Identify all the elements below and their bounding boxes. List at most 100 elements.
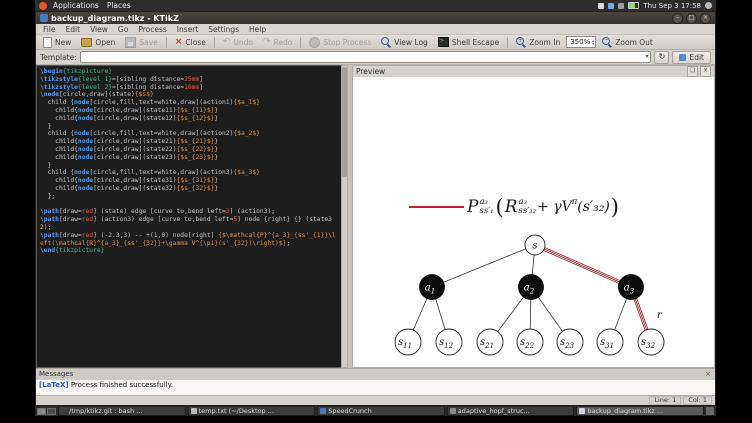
code-editor[interactable]: \begin{tikzpicture} \tikzstyle{level 1}=[… [36, 65, 341, 368]
save-button[interactable]: Save [121, 36, 161, 49]
workspace-1[interactable] [37, 407, 46, 415]
menu-settings[interactable]: Settings [203, 25, 244, 34]
magnifier-icon [381, 37, 390, 45]
zoom-level-spinbox[interactable]: 350% ▴ ▾ [566, 36, 597, 48]
applications-menu[interactable]: Applications [51, 1, 101, 10]
leaf-node-s23: s23 [556, 328, 584, 356]
battery-icon[interactable] [628, 2, 640, 9]
document-icon [449, 408, 456, 414]
formula-rparen: ) [610, 195, 619, 219]
code-line: child {node[circle,fill,text=white,draw]… [40, 169, 260, 177]
stop-process-button[interactable]: Stop Process [305, 36, 375, 49]
top-panel: Applications Places Thu Sep 3 17:58 [35, 0, 716, 11]
notification-icon[interactable] [598, 2, 605, 9]
calculator-icon [320, 408, 327, 414]
zoom-out-button[interactable]: Zoom Out [598, 36, 657, 48]
new-file-icon [43, 36, 52, 48]
screenshot-root: Applications Places Thu Sep 3 17:58 back… [0, 0, 752, 423]
workspace-switcher[interactable] [37, 407, 56, 415]
task-buttons: /tmp/ktikz.git : bash ... temp.txt (~/Des… [58, 406, 704, 416]
edit-template-button[interactable]: Edit [672, 50, 711, 64]
close-x-icon: × [174, 36, 183, 47]
toolbar-separator [213, 36, 215, 48]
ktikz-window: backup_diagram.tikz - KTikZ – □ × File Ed… [35, 11, 716, 406]
zoom-out-icon [602, 37, 611, 45]
scrollbar-thumb[interactable] [342, 67, 347, 177]
action-node-a2: a2 [518, 274, 544, 300]
messages-header: Messages × [36, 368, 715, 379]
close-file-button[interactable]: × Close [171, 37, 210, 48]
close-panel-icon[interactable]: × [700, 66, 711, 77]
svg-text:s: s [532, 241, 537, 252]
shell-escape-button[interactable]: Shell Escape [434, 36, 503, 48]
code-line: \path[draw=red] (action3) edge [curve to… [40, 216, 332, 231]
minimize-button[interactable]: – [672, 12, 683, 24]
preview-pane: Preview ❏ × s a1 a2 a3 s11 s12 s21 s22 s… [352, 65, 715, 368]
zoom-in-button[interactable]: Zoom In [512, 36, 564, 48]
reload-template-button[interactable]: ↻ [654, 50, 670, 64]
maximize-button[interactable]: □ [686, 12, 697, 24]
titlebar[interactable]: backup_diagram.tikz - KTikZ – □ × [36, 12, 715, 24]
menu-insert[interactable]: Insert [172, 25, 204, 34]
toolbar-separator [165, 36, 167, 48]
menu-help[interactable]: Help [244, 25, 271, 34]
action-node-a1: a1 [419, 274, 445, 300]
menu-file[interactable]: File [38, 25, 61, 34]
formula-P: P [467, 197, 479, 217]
taskbar-button-text-editor[interactable]: temp.txt (~/Desktop ... [187, 406, 316, 416]
network-icon[interactable] [608, 2, 615, 9]
statusbar: Line: 1 Col: 1 [36, 395, 715, 405]
reward-edge-label: r [657, 310, 663, 321]
menu-view[interactable]: View [85, 25, 113, 34]
menu-process[interactable]: Process [133, 25, 171, 34]
preview-canvas: s a1 a2 a3 s11 s12 s21 s22 s23 s31 s32 r… [353, 77, 714, 367]
workspace-2[interactable] [47, 407, 56, 415]
taskbar-button-ktikz[interactable]: backup_diagram.tikz ... [576, 406, 704, 416]
open-button[interactable]: Open [77, 36, 119, 48]
messages-text: Process finished successfully. [70, 381, 173, 389]
view-log-button[interactable]: View Log [377, 36, 432, 48]
chevron-down-icon: ▾ [645, 53, 649, 60]
code-line: \path[draw=red] (-2.3,3) -- +(1,0) node[… [40, 231, 336, 247]
terminal-icon [437, 37, 449, 47]
code-line: child{node[circle,draw](state32){$s_{32}… [40, 184, 219, 192]
save-disk-icon [125, 36, 137, 48]
red-line-segment [409, 206, 464, 208]
code-line: \path[draw=red] (state) edge [curve to,b… [40, 208, 276, 216]
template-row: Template: ▾ ↻ Edit [36, 50, 715, 65]
places-menu[interactable]: Places [105, 1, 133, 10]
backup-diagram-svg: s a1 a2 a3 s11 s12 s21 s22 s23 s31 s32 r [394, 234, 665, 356]
window-title: backup_diagram.tikz - KTikZ [51, 13, 179, 23]
action-node-a3: a3 [618, 274, 644, 300]
menu-edit[interactable]: Edit [61, 25, 86, 34]
trash-icon[interactable] [706, 407, 714, 415]
zoom-in-icon [516, 37, 525, 45]
redo-button[interactable]: ↷ Redo [259, 37, 296, 48]
menu-go[interactable]: Go [113, 25, 133, 34]
taskbar-button-calculator[interactable]: SpeedCrunch [317, 406, 445, 416]
new-button[interactable]: New [39, 36, 75, 49]
float-panel-icon[interactable]: ❏ [687, 66, 698, 77]
close-messages-icon[interactable]: × [704, 370, 712, 378]
messages-title: Messages [39, 370, 74, 378]
code-line: } [40, 161, 52, 169]
session-menu-icon[interactable] [705, 2, 712, 9]
ubuntu-logo-icon[interactable] [39, 1, 47, 10]
volume-icon[interactable] [618, 2, 625, 9]
spin-arrows-icon[interactable]: ▴ ▾ [592, 38, 594, 46]
taskbar-button-document[interactable]: adaptive_hopf_struc... [446, 406, 575, 416]
clock[interactable]: Thu Sep 3 17:58 [643, 2, 701, 10]
template-combobox[interactable]: ▾ [79, 51, 652, 63]
root-node-s: s [524, 234, 546, 256]
taskbar-button-terminal[interactable]: /tmp/ktikz.git : bash ... [58, 406, 186, 416]
window-icon [40, 14, 48, 22]
editor-scrollbar[interactable] [341, 65, 348, 368]
preview-header: Preview ❏ × [353, 66, 714, 77]
undo-button[interactable]: ↶ Undo [219, 37, 257, 48]
code-line: \node[circle,draw](state){$s$} [40, 91, 154, 99]
status-col: Col: 1 [683, 396, 712, 405]
leaf-node-s31: s31 [596, 328, 624, 356]
formula-P-scripts: a₃ ss′₁ [479, 197, 494, 216]
close-button[interactable]: × [700, 12, 711, 24]
